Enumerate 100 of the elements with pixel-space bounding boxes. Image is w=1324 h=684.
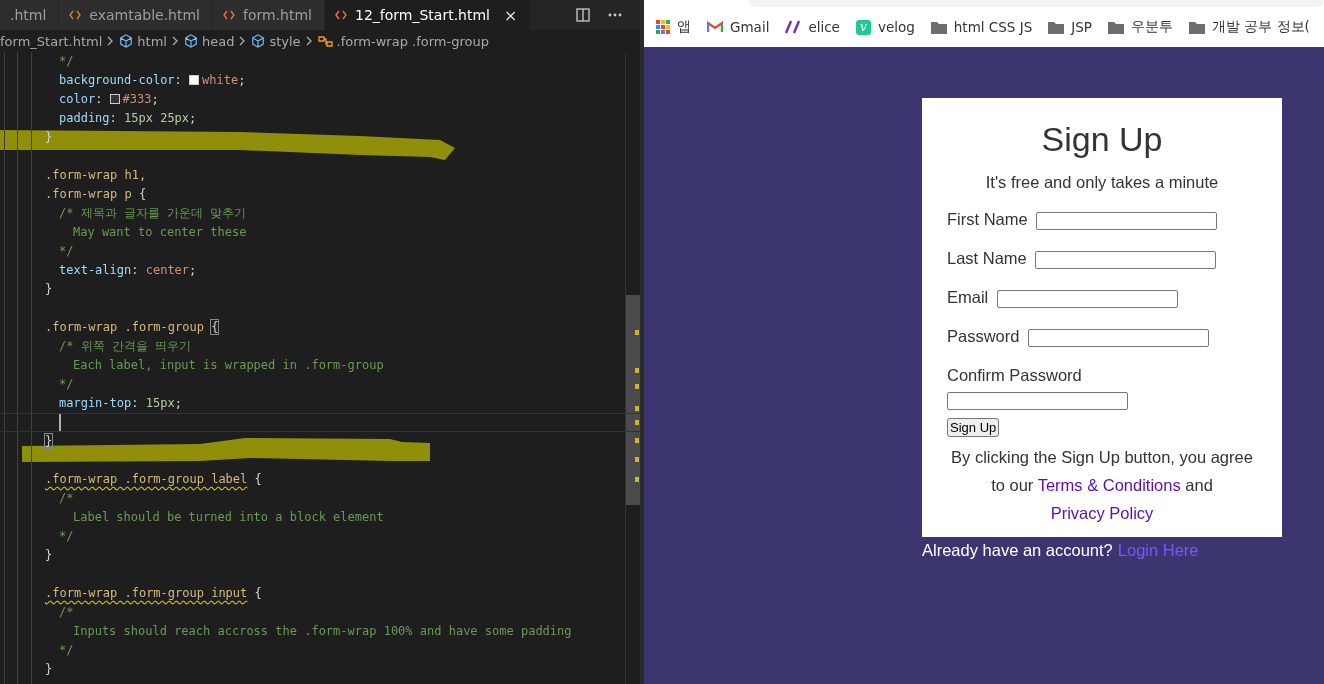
overview-marker (635, 368, 639, 373)
code-token: .form-wrap h1, (45, 168, 147, 182)
code-token: 15px (145, 396, 175, 410)
code-token: : (109, 111, 117, 125)
code-comment: May want to center these (73, 225, 247, 239)
code-token: padding (59, 111, 110, 125)
code-token: 15px 25px (124, 111, 190, 125)
scrollbar-thumb[interactable] (626, 295, 640, 505)
terms-link[interactable]: Terms & Conditions (1037, 476, 1181, 494)
velog-badge: v (855, 19, 871, 35)
code-token: ; (189, 111, 197, 125)
field-label: Last Name (947, 249, 1027, 267)
close-icon[interactable]: × (504, 5, 518, 25)
overview-marker (635, 406, 639, 411)
split-editor-icon[interactable] (576, 8, 590, 22)
color-swatch[interactable] (109, 94, 120, 104)
folder-icon (1107, 20, 1124, 34)
chevron-icon (107, 36, 115, 46)
apps-grid-icon (656, 20, 670, 34)
bookmark-link[interactable]: velog (877, 19, 915, 35)
overview-marker (635, 384, 639, 389)
code-token: ; (189, 263, 197, 277)
folder-icon (930, 20, 947, 34)
cube-icon (119, 34, 134, 48)
field-label: Password (947, 327, 1020, 345)
input-field[interactable] (947, 391, 1128, 410)
input-field[interactable] (1036, 211, 1218, 230)
input-field[interactable] (1035, 250, 1217, 269)
sign-up-button[interactable]: Sign Up (947, 418, 1000, 437)
overview-marker (635, 457, 639, 462)
text-cursor (59, 414, 61, 431)
code-token: } (45, 434, 53, 448)
code-token: : (131, 396, 139, 410)
breadcrumb-item[interactable]: head (201, 33, 235, 49)
code-token: } (45, 282, 53, 296)
code-token: ; (238, 73, 246, 87)
code-token: #333 (122, 92, 152, 106)
bookmark-link[interactable]: Gmail (730, 19, 770, 35)
code-comment: */ (59, 54, 74, 68)
overview-marker (635, 438, 639, 443)
code-comment: */ (59, 244, 74, 258)
breadcrumb-item[interactable]: style (269, 33, 301, 49)
breadcrumb-item[interactable]: .form-wrap .form-group (336, 33, 489, 49)
privacy-link[interactable]: Privacy Policy (1050, 504, 1154, 522)
code-token: : (174, 73, 182, 87)
code-token: white (202, 73, 239, 87)
code-token: background-color (59, 73, 175, 87)
bookmark-link[interactable]: 앱 (677, 18, 691, 36)
code-token: .form-wrap .form-group input (45, 586, 248, 600)
code-token: { (138, 187, 147, 201)
editor-tab[interactable]: form.html (213, 0, 325, 30)
breadcrumb-item[interactable]: html (137, 33, 167, 49)
folder-icon (1048, 20, 1065, 34)
code-token: } (45, 130, 53, 144)
code-comment: */ (59, 529, 74, 543)
field-label: First Name (947, 210, 1028, 228)
code-token: { (254, 472, 262, 486)
breadcrumb-item[interactable]: form_Start.html (0, 33, 103, 49)
code-comment: /* (59, 491, 74, 505)
code-token: } (45, 548, 53, 562)
bookmark-link[interactable]: 우분투 (1130, 18, 1173, 36)
bookmark-link[interactable]: JSP (1071, 19, 1092, 35)
bookmark-link[interactable]: elice (808, 19, 840, 35)
editor-tab[interactable]: 12_form_Start.html × (325, 0, 531, 30)
code-comment: Each label, input is wrapped in .form-group (73, 358, 384, 372)
code-comment: */ (59, 377, 74, 391)
code-comment: /* 제목과 글자를 가운데 맞추기 (59, 206, 247, 220)
code-comment: /* 위쪽 간격을 띄우기 (59, 339, 192, 353)
double-slash-icon (785, 20, 802, 34)
overview-marker (635, 330, 639, 335)
chevron-icon (305, 36, 313, 46)
class-icon (317, 34, 333, 48)
input-field[interactable] (1028, 328, 1210, 347)
code-token: color (59, 92, 96, 106)
code-token: .form-wrap .form-group (45, 320, 204, 334)
code-comment: /* (59, 605, 74, 619)
bookmark-link[interactable]: html CSS JS (953, 19, 1033, 35)
code-token: } (45, 662, 53, 676)
code-token: ; (174, 396, 182, 410)
editor-tab[interactable]: .html (0, 0, 60, 30)
code-comment: Inputs should reach accross the .form-wrap 100% and have some padding (73, 624, 572, 638)
chevron-icon (171, 36, 179, 46)
code-token: : (131, 263, 139, 277)
bookmark-link[interactable]: 개발 공부 정보( (1211, 18, 1310, 36)
code-comment: */ (59, 643, 74, 657)
terms-text: By clicking the Sign Up button, you agree to our Terms & Conditions and Privacy Policy (950, 447, 1254, 524)
cube-icon (251, 34, 266, 48)
code-token: ; (151, 92, 159, 106)
more-icon[interactable] (608, 13, 622, 17)
code-token: { (254, 586, 262, 600)
color-swatch[interactable] (189, 75, 200, 85)
field-label: Email (947, 288, 989, 306)
code-token: text-align (59, 263, 132, 277)
editor-tab[interactable]: examtable.html (59, 0, 213, 30)
code-token: : (95, 92, 103, 106)
form-subtitle: It's free and only takes a minute (984, 173, 1220, 192)
mail-icon (707, 21, 723, 33)
footer-text: Already have an account? (922, 541, 1113, 560)
field-label: Confirm Password (947, 366, 1082, 384)
input-field[interactable] (996, 289, 1178, 308)
